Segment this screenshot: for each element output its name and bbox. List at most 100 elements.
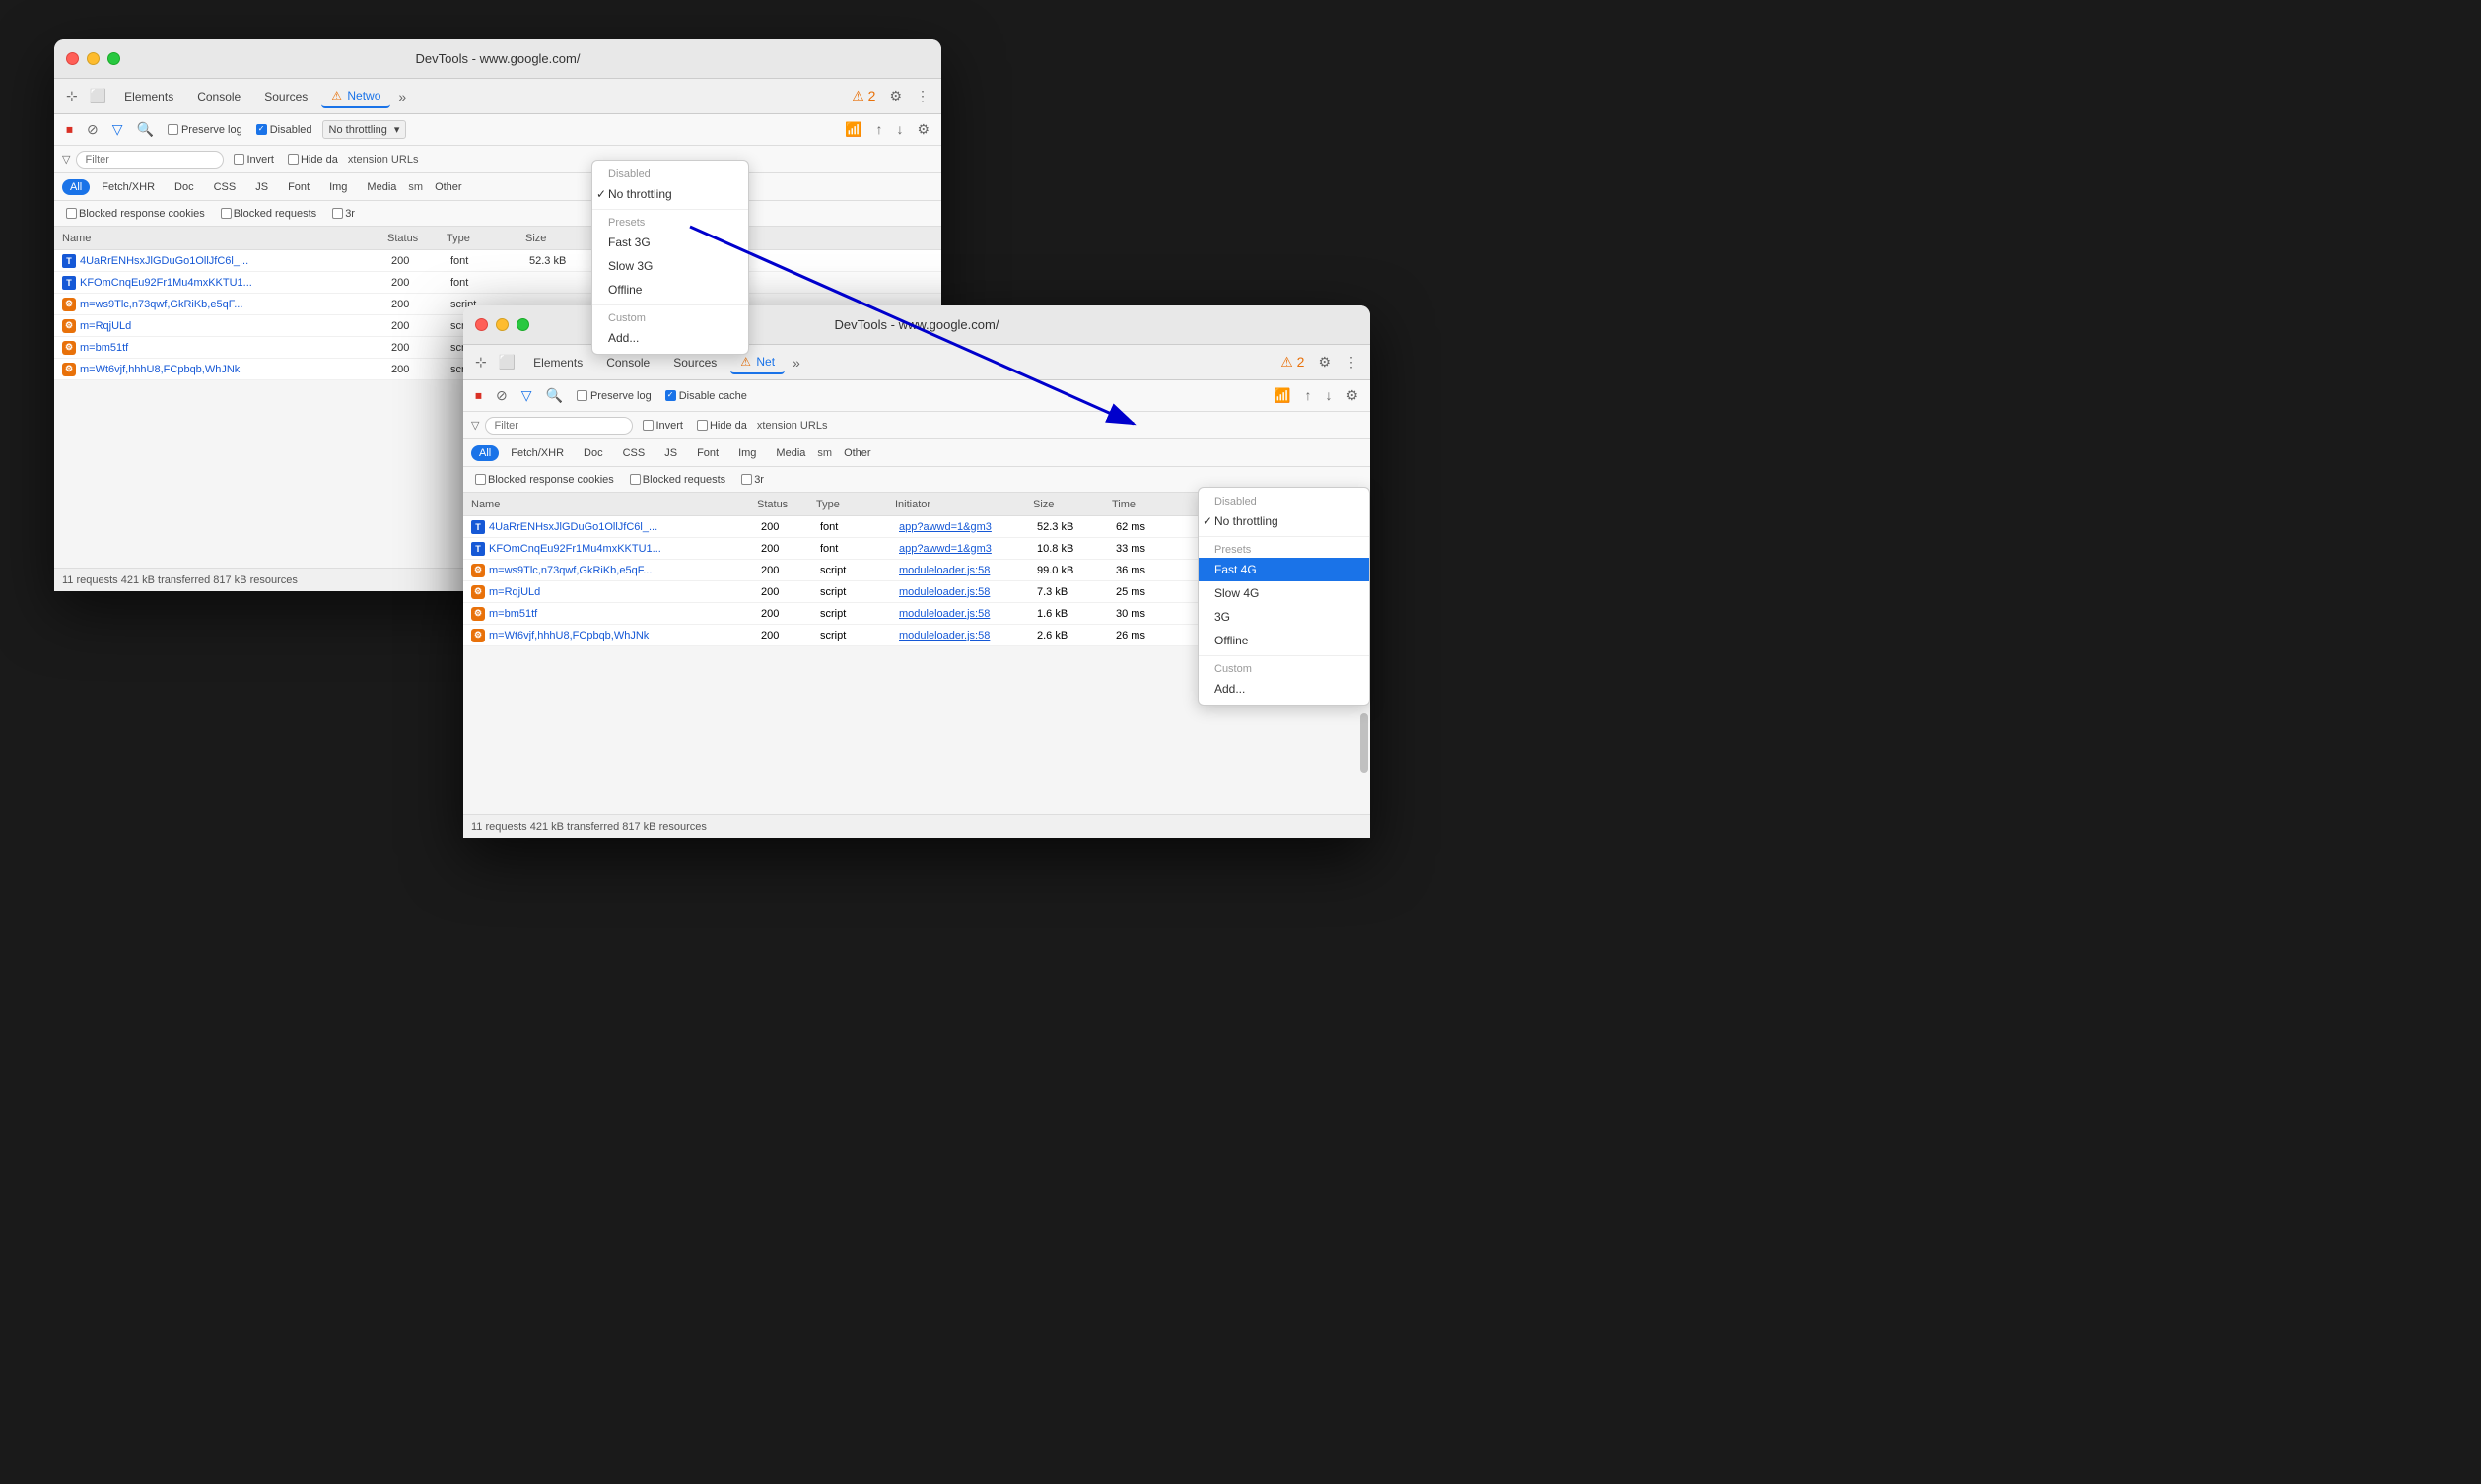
table-row[interactable]: T 4UaRrENHsxJlGDuGo1OllJfC6l_... 200 fon… <box>54 250 941 272</box>
upload-icon-2[interactable]: ↑ <box>1300 383 1315 408</box>
invert-checkbox-1[interactable] <box>234 154 244 165</box>
wifi-icon-2[interactable]: 📶 <box>1270 383 1294 408</box>
clear-icon-1[interactable]: ⊘ <box>83 117 103 142</box>
type-img-1[interactable]: Img <box>321 179 355 195</box>
slow4g-item-2[interactable]: Slow 4G <box>1199 581 1369 605</box>
scrollbar-thumb-2[interactable] <box>1360 713 1368 773</box>
search-icon-1[interactable]: 🔍 <box>133 117 158 142</box>
add-item-1[interactable]: Add... <box>592 326 748 350</box>
network-settings-icon-1[interactable]: ⚙ <box>913 117 933 142</box>
disable-cache-btn-1[interactable]: Disabled <box>252 122 316 138</box>
type-media-1[interactable]: Media <box>359 179 404 195</box>
invert-btn-1[interactable]: Invert <box>230 152 278 168</box>
type-fetch-xhr-2[interactable]: Fetch/XHR <box>503 445 572 461</box>
tab-elements-1[interactable]: Elements <box>114 86 183 107</box>
download-icon-2[interactable]: ↓ <box>1321 383 1336 408</box>
type-other-1[interactable]: Other <box>427 179 470 195</box>
no-throttling-item-1[interactable]: ✓ No throttling <box>592 182 748 206</box>
type-media-2[interactable]: Media <box>768 445 813 461</box>
preserve-log-btn-1[interactable]: Preserve log <box>164 122 246 138</box>
stop-icon-2[interactable]: ⏹ <box>471 383 486 408</box>
type-js-2[interactable]: JS <box>656 445 685 461</box>
type-font-1[interactable]: Font <box>280 179 317 195</box>
type-other-2[interactable]: Other <box>836 445 879 461</box>
add-item-2[interactable]: Add... <box>1199 677 1369 701</box>
settings-icon-2[interactable]: ⚙ <box>1314 350 1335 374</box>
type-doc-1[interactable]: Doc <box>167 179 202 195</box>
more-tabs-icon-1[interactable]: » <box>394 85 410 108</box>
fast3g-item-1[interactable]: Fast 3G <box>592 231 748 254</box>
third-party-btn-1[interactable]: 3r <box>328 206 359 222</box>
table-row[interactable]: T KFOmCnqEu92Fr1Mu4mxKKTU1... 200 font <box>54 272 941 294</box>
filter-input-2[interactable] <box>485 417 633 435</box>
hide-data-urls-checkbox-2[interactable] <box>697 420 708 431</box>
maximize-button-1[interactable] <box>107 52 120 65</box>
cursor-icon-2[interactable]: ⊹ <box>471 350 491 374</box>
type-doc-2[interactable]: Doc <box>576 445 611 461</box>
invert-btn-2[interactable]: Invert <box>639 418 687 434</box>
settings-icon-1[interactable]: ⚙ <box>885 84 906 108</box>
blocked-cookies-checkbox-1[interactable] <box>66 208 77 219</box>
slow3g-item-1[interactable]: Slow 3G <box>592 254 748 278</box>
blocked-requests-checkbox-1[interactable] <box>221 208 232 219</box>
type-all-1[interactable]: All <box>62 179 90 195</box>
stop-icon-1[interactable]: ⏹ <box>62 117 77 142</box>
tab-sources-1[interactable]: Sources <box>254 86 317 107</box>
type-css-2[interactable]: CSS <box>615 445 654 461</box>
minimize-button-1[interactable] <box>87 52 100 65</box>
preserve-log-checkbox-2[interactable] <box>577 390 587 401</box>
more-options-icon-1[interactable]: ⋮ <box>912 84 933 108</box>
close-button-2[interactable] <box>475 318 488 331</box>
wifi-icon-1[interactable]: 📶 <box>841 117 865 142</box>
filter-icon-2[interactable]: ▽ <box>517 383 536 408</box>
type-font-2[interactable]: Font <box>689 445 726 461</box>
type-all-2[interactable]: All <box>471 445 499 461</box>
upload-icon-1[interactable]: ↑ <box>871 117 886 142</box>
throttling-dropdown-trigger-1[interactable]: No throttling ▾ <box>322 120 407 139</box>
preserve-log-btn-2[interactable]: Preserve log <box>573 388 655 404</box>
blocked-requests-checkbox-2[interactable] <box>630 474 641 485</box>
preserve-log-checkbox-1[interactable] <box>168 124 178 135</box>
offline-item-2[interactable]: Offline <box>1199 629 1369 652</box>
invert-checkbox-2[interactable] <box>643 420 654 431</box>
third-party-btn-2[interactable]: 3r <box>737 472 768 488</box>
cursor-icon[interactable]: ⊹ <box>62 84 82 108</box>
blocked-cookies-checkbox-2[interactable] <box>475 474 486 485</box>
network-settings-icon-2[interactable]: ⚙ <box>1342 383 1362 408</box>
hide-data-urls-btn-1[interactable]: Hide da <box>284 152 342 168</box>
no-throttling-item-2[interactable]: ✓ No throttling <box>1199 509 1369 533</box>
disable-cache-checkbox-2[interactable] <box>665 390 676 401</box>
more-tabs-icon-2[interactable]: » <box>789 351 804 374</box>
clear-icon-2[interactable]: ⊘ <box>492 383 512 408</box>
disable-cache-btn-2[interactable]: Disable cache <box>661 388 751 404</box>
device-icon-2[interactable]: ⬜ <box>495 350 519 374</box>
device-icon[interactable]: ⬜ <box>86 84 110 108</box>
blocked-cookies-btn-2[interactable]: Blocked response cookies <box>471 472 618 488</box>
tab-console-1[interactable]: Console <box>187 86 250 107</box>
3g-item-2[interactable]: 3G <box>1199 605 1369 629</box>
close-button-1[interactable] <box>66 52 79 65</box>
hide-data-urls-btn-2[interactable]: Hide da <box>693 418 751 434</box>
type-css-1[interactable]: CSS <box>206 179 244 195</box>
search-icon-2[interactable]: 🔍 <box>542 383 567 408</box>
offline-item-1[interactable]: Offline <box>592 278 748 302</box>
minimize-button-2[interactable] <box>496 318 509 331</box>
disable-cache-checkbox-1[interactable] <box>256 124 267 135</box>
type-fetch-xhr-1[interactable]: Fetch/XHR <box>94 179 163 195</box>
blocked-requests-btn-2[interactable]: Blocked requests <box>626 472 729 488</box>
hide-data-urls-checkbox-1[interactable] <box>288 154 299 165</box>
type-img-2[interactable]: Img <box>730 445 764 461</box>
filter-icon-1[interactable]: ▽ <box>108 117 127 142</box>
tab-network-1[interactable]: ⚠ Netwo <box>321 85 390 108</box>
third-party-checkbox-1[interactable] <box>332 208 343 219</box>
download-icon-1[interactable]: ↓ <box>892 117 907 142</box>
fast4g-item-2[interactable]: Fast 4G <box>1199 558 1369 581</box>
blocked-requests-btn-1[interactable]: Blocked requests <box>217 206 320 222</box>
maximize-button-2[interactable] <box>517 318 529 331</box>
type-js-1[interactable]: JS <box>247 179 276 195</box>
tab-elements-2[interactable]: Elements <box>523 352 592 373</box>
third-party-checkbox-2[interactable] <box>741 474 752 485</box>
filter-input-1[interactable] <box>76 151 224 169</box>
blocked-cookies-btn-1[interactable]: Blocked response cookies <box>62 206 209 222</box>
more-options-icon-2[interactable]: ⋮ <box>1341 350 1362 374</box>
